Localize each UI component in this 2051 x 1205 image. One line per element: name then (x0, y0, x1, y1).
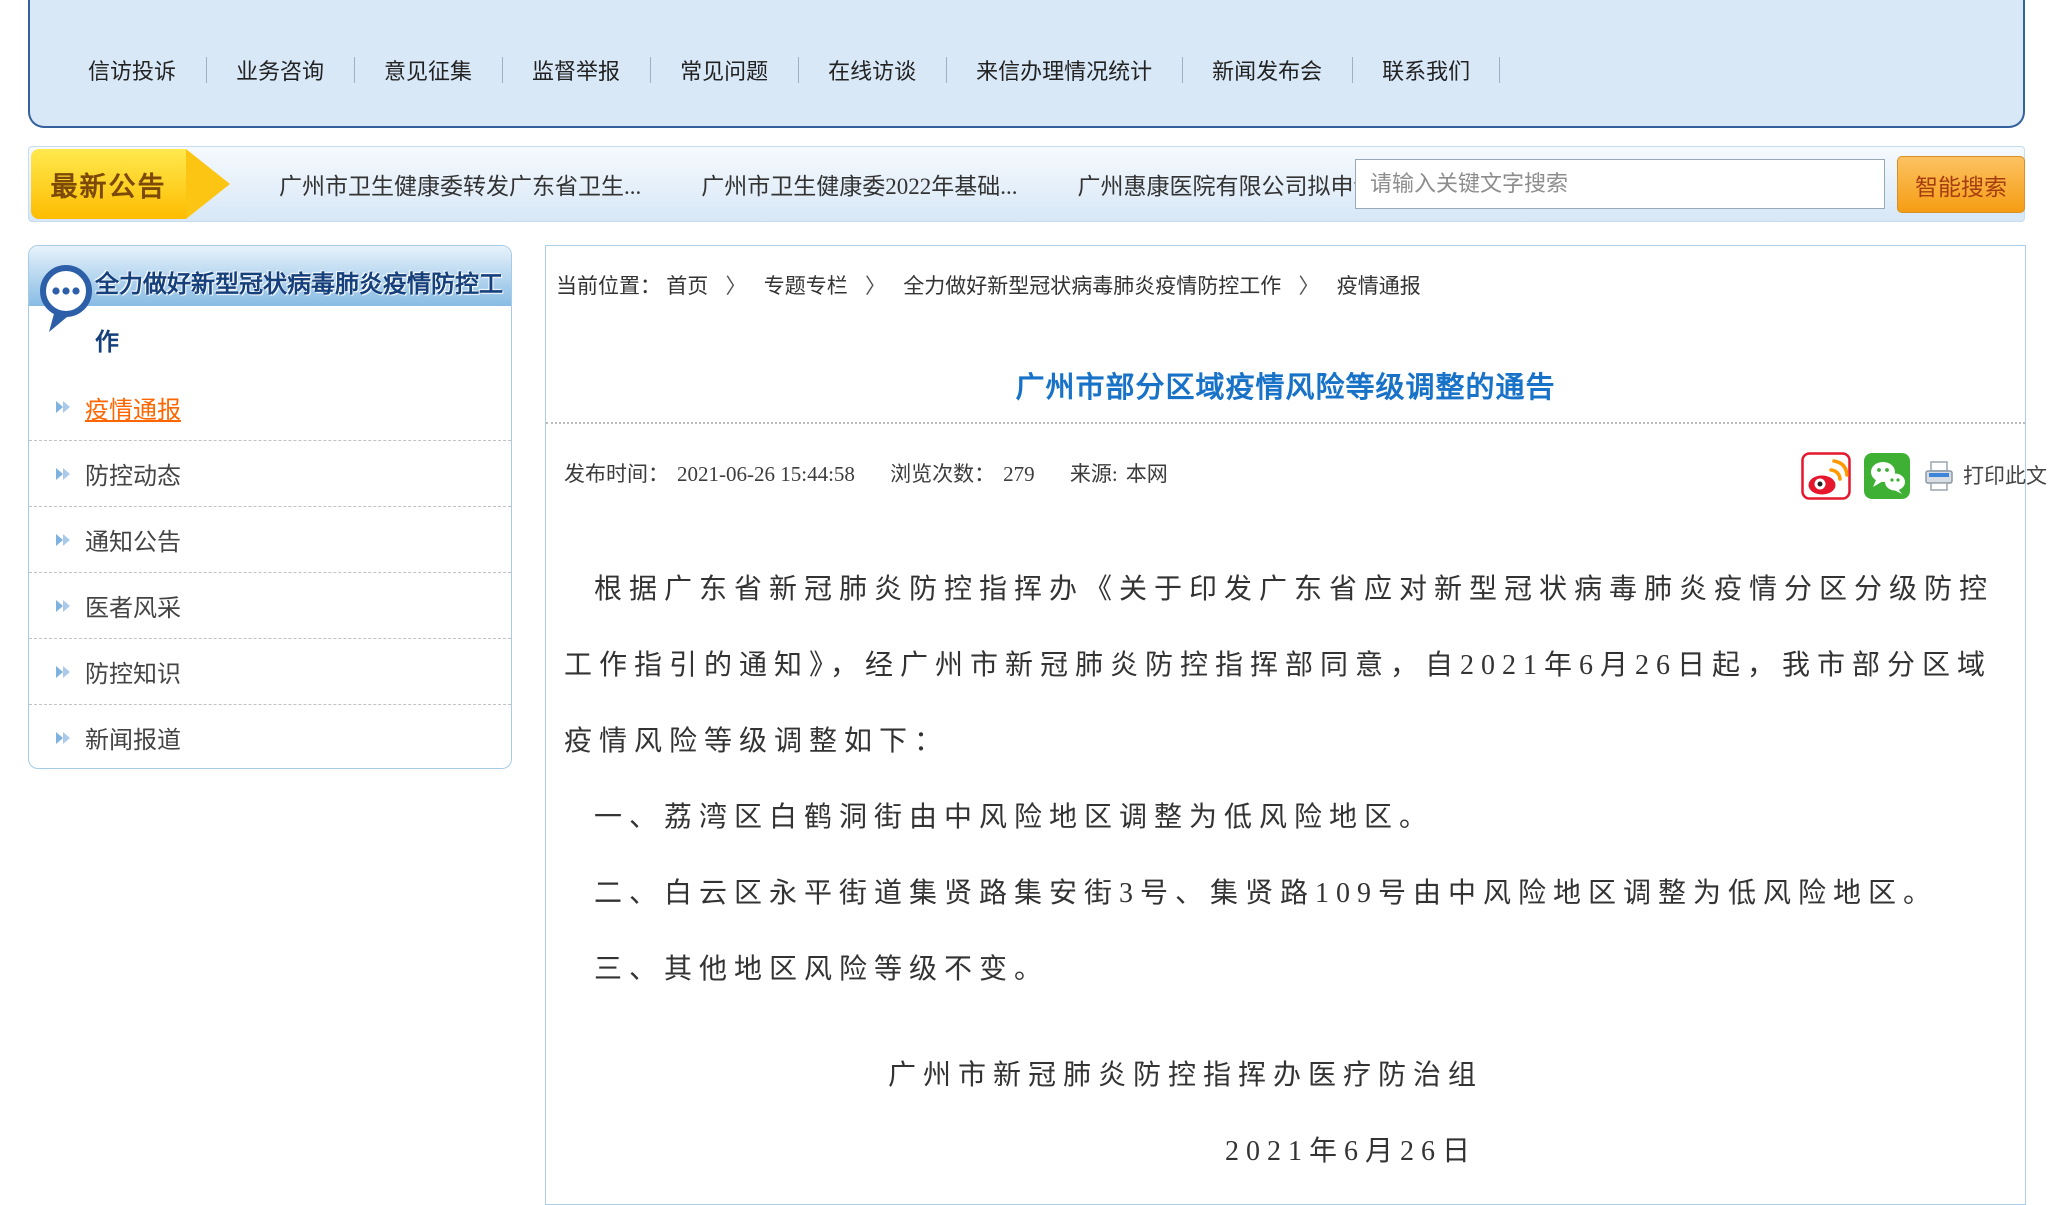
divider (546, 422, 2025, 424)
double-chevron-icon (55, 399, 71, 415)
source-label: 来源: (1070, 462, 1118, 486)
article-panel: 当前位置： 首页 〉 专题专栏 〉 全力做好新型冠状病毒肺炎疫情防控工作 〉 疫… (545, 245, 2026, 1205)
signature: 广州市新冠肺炎防控指挥办医疗防治组 (564, 1038, 2013, 1114)
breadcrumb-yiqingtongbao[interactable]: 疫情通报 (1337, 274, 1421, 298)
publish-time: 2021-06-26 15:44:58 (677, 462, 855, 486)
share-row: 打印此文 (1788, 450, 2047, 502)
announcement-link[interactable]: 广州市卫生健康委2022年基础... (701, 167, 1017, 201)
breadcrumb-fangkonggongzuo[interactable]: 全力做好新型冠状病毒肺炎疫情防控工作 (903, 274, 1281, 298)
breadcrumb-label: 当前位置： (556, 274, 661, 298)
smart-search-button[interactable]: 智能搜索 (1897, 156, 2025, 213)
sidebar-item-xinwenbaodao[interactable]: 新闻报道 (29, 704, 511, 770)
paragraph: 二、白云区永平街道集贤路集安街3号、集贤路109号由中风险地区调整为低风险地区。 (564, 856, 2013, 932)
source-value: 本网 (1126, 462, 1168, 486)
article-meta: 发布时间： 2021-06-26 15:44:58 浏览次数： 279 来源: 本网 (546, 448, 2025, 500)
sidebar: 全力做好新型冠状病毒肺炎疫情防控工作 疫情通报 防控动态 通知公告 医者风采 防… (28, 245, 512, 769)
publish-time-label: 发布时间： (564, 462, 669, 486)
sidebar-header: 全力做好新型冠状病毒肺炎疫情防控工作 (29, 246, 511, 368)
nav-item-xinwenfabuhui[interactable]: 新闻发布会 (1182, 54, 1352, 86)
ribbon-label: 最新公告 (51, 165, 167, 204)
nav-item-laixinbanli[interactable]: 来信办理情况统计 (946, 54, 1182, 86)
double-chevron-icon (55, 730, 71, 746)
announcement-bar: 最新公告 广州市卫生健康委转发广东省卫生... 广州市卫生健康委2022年基础.… (28, 146, 2025, 222)
breadcrumb: 当前位置： 首页 〉 专题专栏 〉 全力做好新型冠状病毒肺炎疫情防控工作 〉 疫… (546, 246, 2025, 300)
wechat-icon[interactable] (1864, 453, 1910, 499)
nav-item-lianxiwomen[interactable]: 联系我们 (1352, 54, 1500, 86)
sidebar-title: 全力做好新型冠状病毒肺炎疫情防控工作 (29, 246, 511, 372)
article-body: 根据广东省新冠肺炎防控指挥办《关于印发广东省应对新型冠状病毒肺炎疫情分区分级防控… (546, 552, 2025, 1190)
sidebar-item-tongzhigonggao[interactable]: 通知公告 (29, 506, 511, 572)
double-chevron-icon (55, 532, 71, 548)
double-chevron-icon (55, 598, 71, 614)
breadcrumb-separator: 〉 (1299, 274, 1320, 298)
article-title: 广州市部分区域疫情风险等级调整的通告 (546, 364, 2025, 406)
sidebar-item-fangkongzhishi[interactable]: 防控知识 (29, 638, 511, 704)
sidebar-item-fangkongdongtai[interactable]: 防控动态 (29, 440, 511, 506)
breadcrumb-home[interactable]: 首页 (666, 274, 708, 298)
views-count: 279 (1003, 462, 1035, 486)
weibo-icon[interactable] (1801, 452, 1851, 500)
breadcrumb-separator: 〉 (865, 274, 886, 298)
comment-bubble-icon (35, 262, 97, 336)
announcement-news-list: 广州市卫生健康委转发广东省卫生... 广州市卫生健康委2022年基础... 广州… (279, 147, 1500, 221)
print-link[interactable]: 打印此文 (1963, 450, 2047, 502)
double-chevron-icon (55, 466, 71, 482)
paragraph: 根据广东省新冠肺炎防控指挥办《关于印发广东省应对新型冠状病毒肺炎疫情分区分级防控… (564, 552, 2013, 780)
breadcrumb-zhuantizhuanlan[interactable]: 专题专栏 (764, 274, 848, 298)
nav-item-xinfangtousu[interactable]: 信访投诉 (58, 54, 206, 86)
latest-announcement-ribbon: 最新公告 (31, 149, 186, 219)
print-icon[interactable] (1923, 461, 1955, 491)
top-nav-panel: 信访投诉 业务咨询 意见征集 监督举报 常见问题 在线访谈 来信办理情况统计 新… (28, 0, 2025, 128)
search-input[interactable] (1355, 159, 1885, 209)
nav-item-jiandujubao[interactable]: 监督举报 (502, 54, 650, 86)
nav-item-yewuzixun[interactable]: 业务咨询 (206, 54, 354, 86)
paragraph: 三、其他地区风险等级不变。 (564, 932, 2013, 1008)
article-date: 2021年6月26日 (564, 1114, 2013, 1190)
top-nav: 信访投诉 业务咨询 意见征集 监督举报 常见问题 在线访谈 来信办理情况统计 新… (30, 0, 2023, 126)
paragraph: 一、荔湾区白鹤洞街由中风险地区调整为低风险地区。 (564, 780, 2013, 856)
sidebar-item-yizhefengcai[interactable]: 医者风采 (29, 572, 511, 638)
nav-item-changjianwenti[interactable]: 常见问题 (650, 54, 798, 86)
nav-item-yijianzhengji[interactable]: 意见征集 (354, 54, 502, 86)
double-chevron-icon (55, 664, 71, 680)
sidebar-menu: 疫情通报 防控动态 通知公告 医者风采 防控知识 新闻报道 (29, 374, 511, 770)
announcement-link[interactable]: 广州市卫生健康委转发广东省卫生... (279, 167, 641, 201)
nav-item-zaixianfangtan[interactable]: 在线访谈 (798, 54, 946, 86)
sidebar-item-yiqingtongbao[interactable]: 疫情通报 (29, 374, 511, 440)
breadcrumb-separator: 〉 (726, 274, 747, 298)
views-label: 浏览次数： (890, 462, 995, 486)
